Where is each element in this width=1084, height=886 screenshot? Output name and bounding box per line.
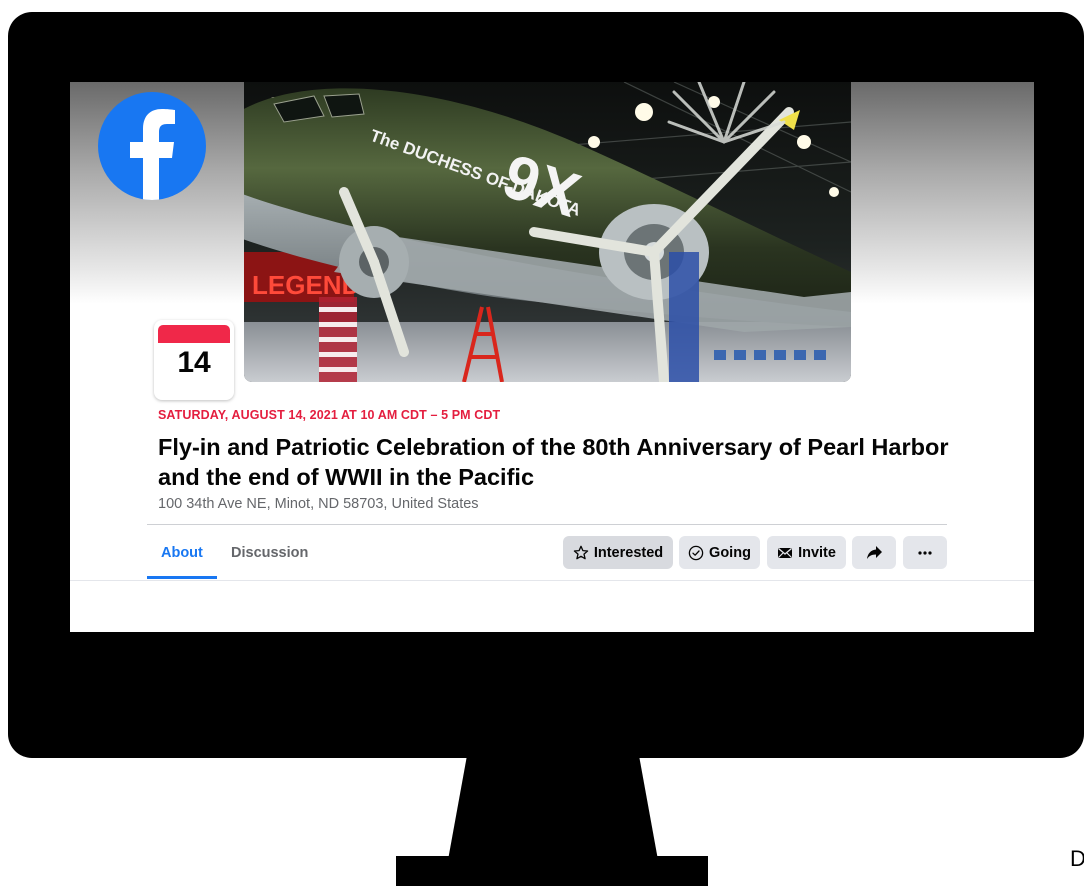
tab-about[interactable]: About [147, 534, 217, 579]
page: D LEGENDS The DUCHESS OF DAKOTA 9X 14 SA… [0, 0, 1084, 886]
date-badge-day: 14 [177, 346, 211, 379]
interested-button[interactable]: Interested [563, 536, 673, 569]
going-label: Going [709, 544, 751, 561]
aircraft-photo: LEGENDS The DUCHESS OF DAKOTA 9X [244, 82, 851, 382]
check-circle-icon [688, 545, 704, 561]
cover-photo[interactable]: LEGENDS The DUCHESS OF DAKOTA 9X [244, 82, 851, 382]
star-icon [573, 545, 589, 561]
invite-label: Invite [798, 544, 836, 561]
tab-discussion[interactable]: Discussion [217, 534, 322, 578]
divider [147, 524, 947, 525]
event-date-time: SATURDAY, AUGUST 14, 2021 AT 10 AM CDT –… [158, 408, 501, 422]
event-location[interactable]: 100 34th Ave NE, Minot, ND 58703, United… [158, 496, 479, 512]
tabs-divider [70, 580, 1034, 581]
more-dots-icon [918, 550, 932, 555]
invite-button[interactable]: Invite [767, 536, 846, 569]
monitor-base [396, 856, 708, 886]
monitor-screen: LEGENDS The DUCHESS OF DAKOTA 9X 14 SATU… [70, 82, 1034, 632]
envelope-icon [777, 546, 793, 560]
interested-label: Interested [593, 544, 664, 561]
corner-text: D [1070, 846, 1084, 871]
share-button[interactable] [852, 536, 896, 569]
share-arrow-icon [866, 545, 883, 560]
facebook-logo-icon[interactable] [98, 92, 206, 200]
monitor-stand [448, 756, 658, 860]
date-badge: 14 [154, 320, 234, 400]
calendar-header [158, 325, 230, 343]
event-title: Fly-in and Patriotic Celebration of the … [158, 434, 949, 490]
more-options-button[interactable] [903, 536, 947, 569]
going-button[interactable]: Going [679, 536, 760, 569]
